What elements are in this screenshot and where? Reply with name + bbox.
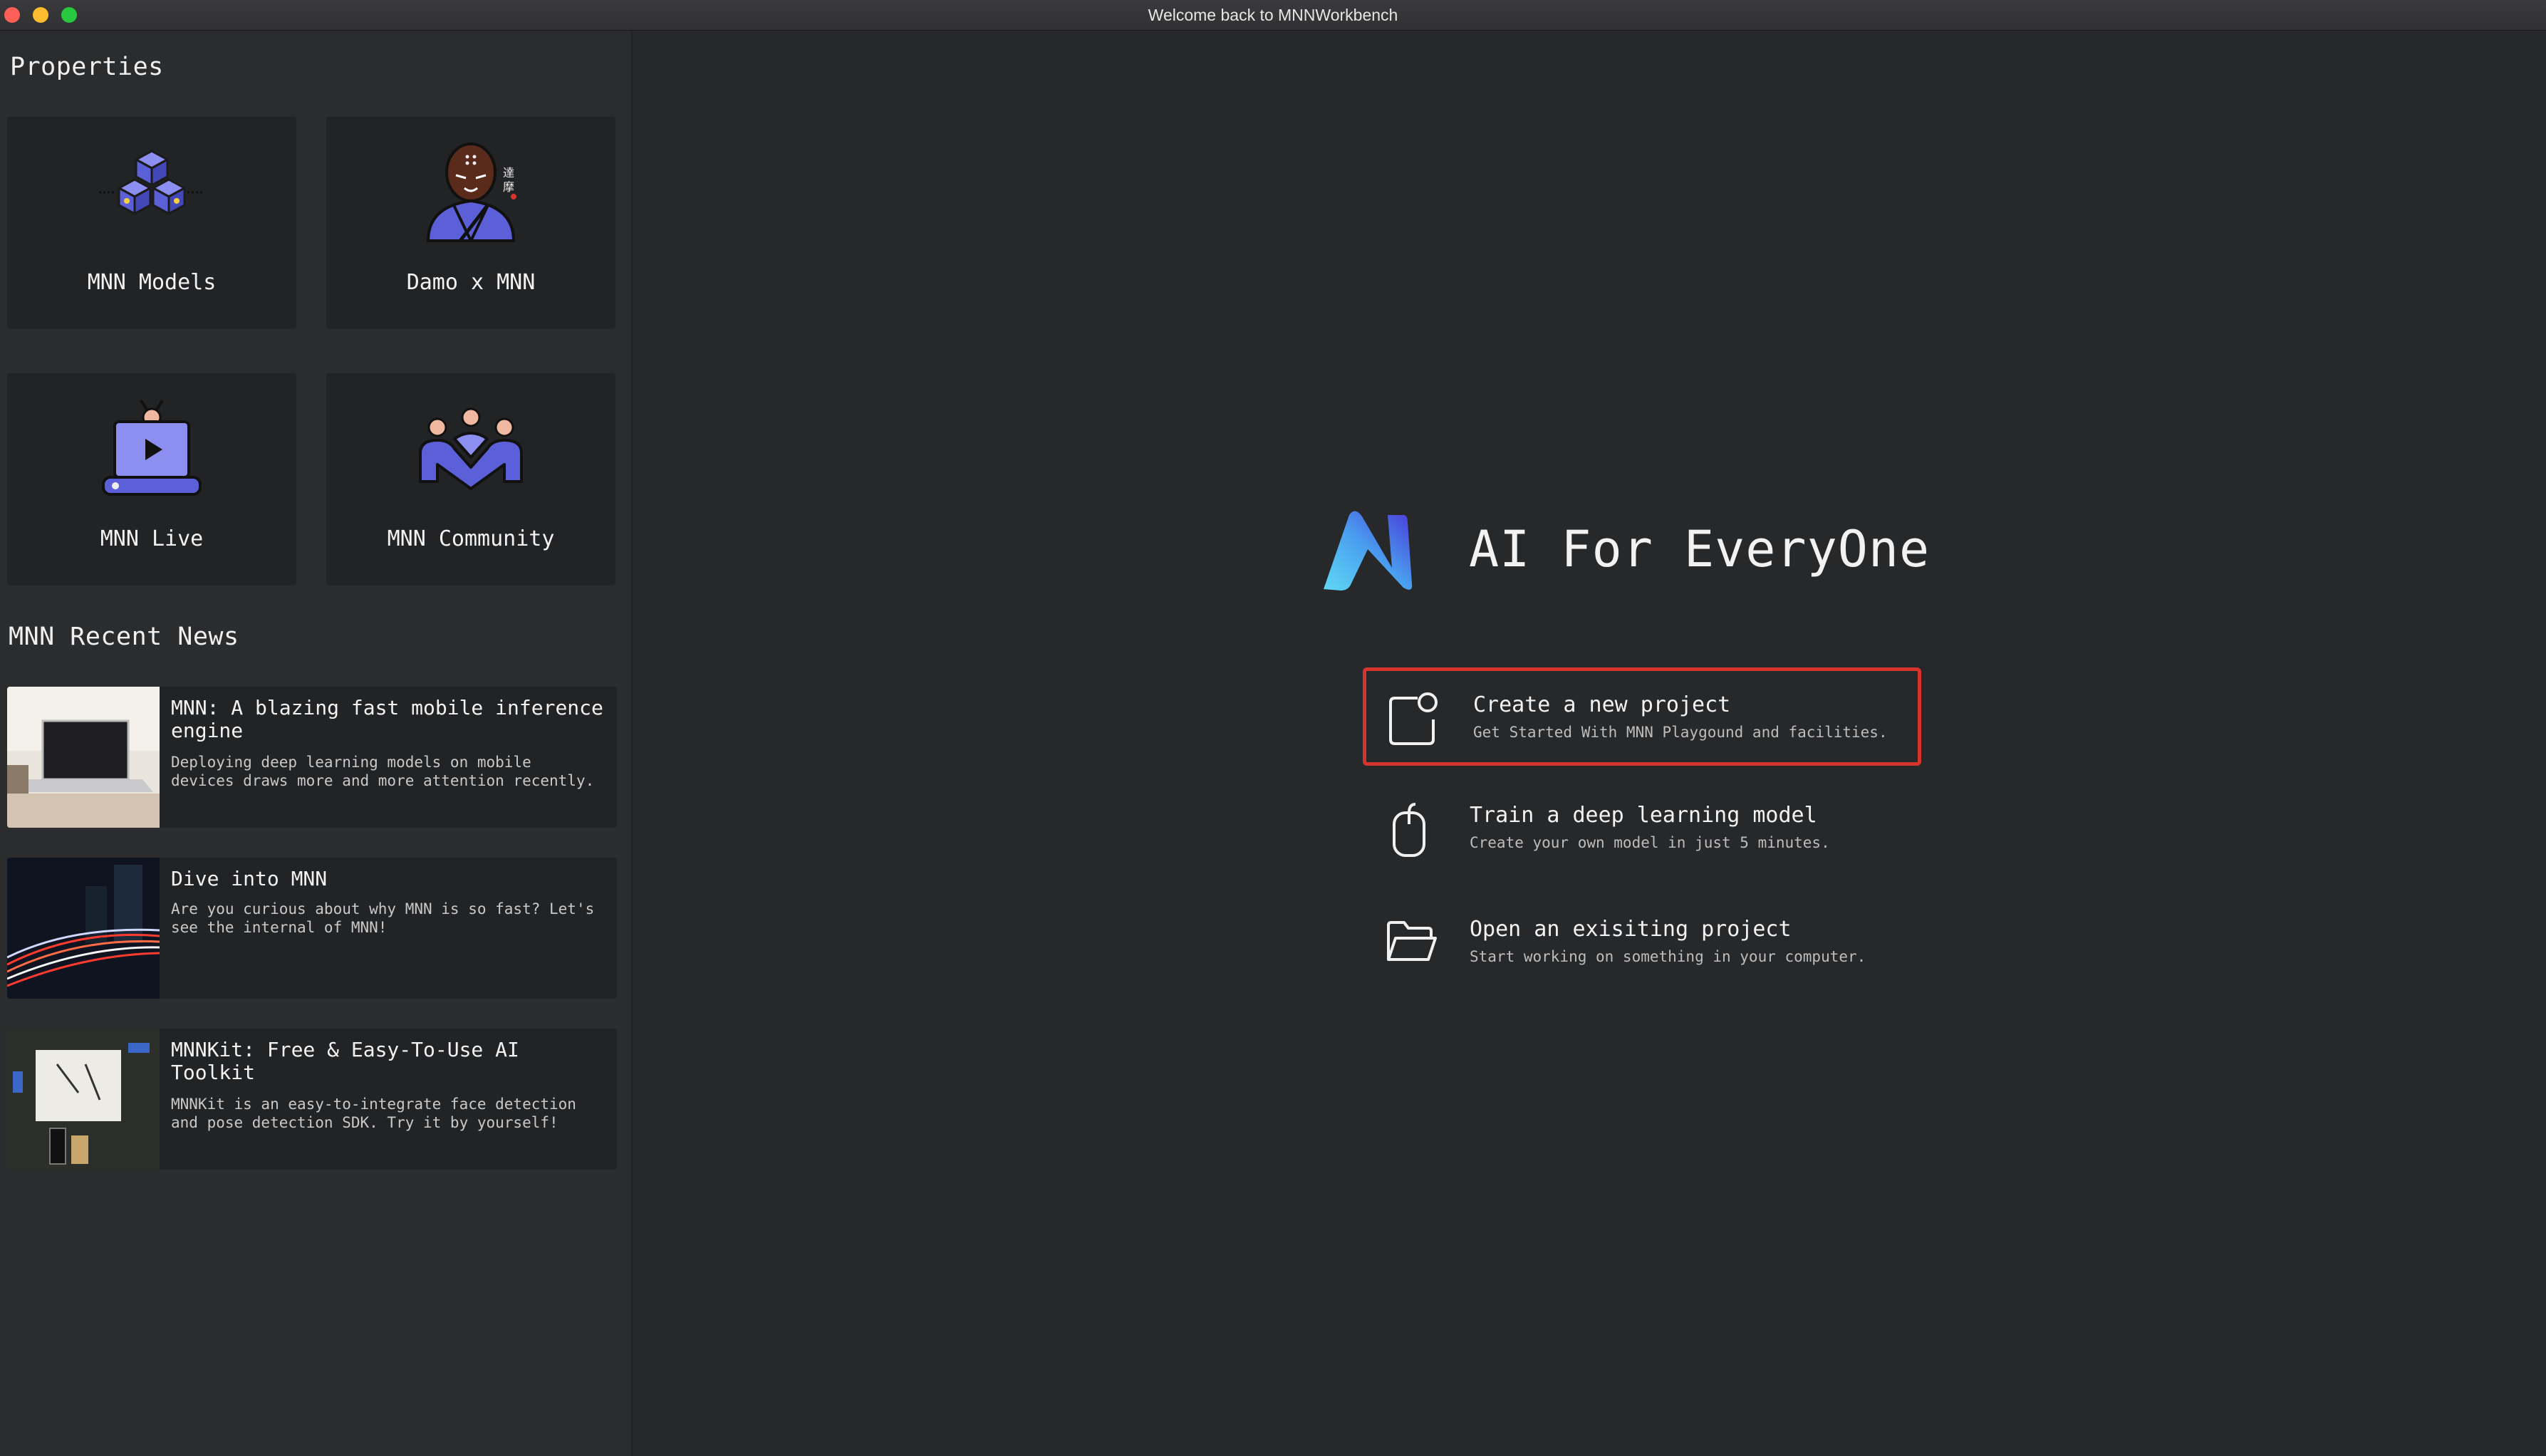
mnn-logo <box>1324 511 1413 591</box>
news-item[interactable]: Dive into MNN Are you curious about why … <box>7 858 617 999</box>
news-thumbnail-toolkit <box>7 1029 160 1170</box>
open-existing-project-button[interactable]: Open an exisiting project Start working … <box>1363 895 1921 994</box>
recent-news-title: MNN Recent News <box>9 623 239 651</box>
news-title: MNN: A blazing fast mobile inference eng… <box>171 696 603 742</box>
hero-title: AI For EveryOne <box>1469 520 1931 578</box>
card-label: MNN Community <box>387 526 555 551</box>
news-item[interactable]: MNNKit: Free & Easy-To-Use AI Toolkit MN… <box>7 1029 617 1170</box>
train-model-button[interactable]: Train a deep learning model Create your … <box>1363 781 1921 880</box>
news-title: Dive into MNN <box>171 867 328 890</box>
sidebar: Properties MNN Models 達 摩 Damo x MNN MNN… <box>0 31 631 1456</box>
news-title: MNNKit: Free & Easy-To-Use AI Toolkit <box>171 1038 519 1084</box>
cubes-icon <box>99 138 204 215</box>
action-subtitle: Start working on something in your compu… <box>1470 948 1866 965</box>
news-thumbnail-city <box>7 858 160 999</box>
sidebar-divider <box>631 31 633 1456</box>
svg-text:達: 達 <box>503 166 514 180</box>
card-damo-x-mnn[interactable]: 達 摩 Damo x MNN <box>326 117 615 329</box>
mouse-icon <box>1393 803 1425 857</box>
action-subtitle: Get Started With MNN Playgound and facil… <box>1473 724 1888 741</box>
live-laptop-icon <box>102 399 202 496</box>
new-project-icon <box>1389 692 1438 745</box>
svg-text:摩: 摩 <box>503 180 514 194</box>
community-icon <box>419 407 523 490</box>
window-titlebar: Welcome back to MNNWorkbench <box>0 0 2546 31</box>
news-body: MNNKit is an easy-to-integrate face dete… <box>171 1096 576 1131</box>
action-title: Open an exisiting project <box>1470 917 1792 942</box>
action-subtitle: Create your own model in just 5 minutes. <box>1470 834 1830 851</box>
news-item[interactable]: MNN: A blazing fast mobile inference eng… <box>7 687 617 828</box>
action-title: Train a deep learning model <box>1470 803 1817 828</box>
folder-icon <box>1387 921 1437 961</box>
card-label: MNN Live <box>100 526 204 551</box>
news-body: Deploying deep learning models on mobile… <box>171 754 595 789</box>
card-mnn-community[interactable]: MNN Community <box>326 373 615 586</box>
news-thumbnail-laptop <box>7 687 160 828</box>
news-body: Are you curious about why MNN is so fast… <box>171 900 595 936</box>
action-title: Create a new project <box>1473 692 1731 717</box>
window-title: Welcome back to MNNWorkbench <box>1148 6 1398 24</box>
card-mnn-models[interactable]: MNN Models <box>7 117 296 329</box>
card-label: MNN Models <box>87 270 217 295</box>
properties-title: Properties <box>10 53 164 81</box>
monk-icon: 達 摩 <box>426 142 516 242</box>
create-new-project-button[interactable]: Create a new project Get Started With MN… <box>1363 667 1921 766</box>
card-label: Damo x MNN <box>406 270 536 295</box>
card-mnn-live[interactable]: MNN Live <box>7 373 296 586</box>
